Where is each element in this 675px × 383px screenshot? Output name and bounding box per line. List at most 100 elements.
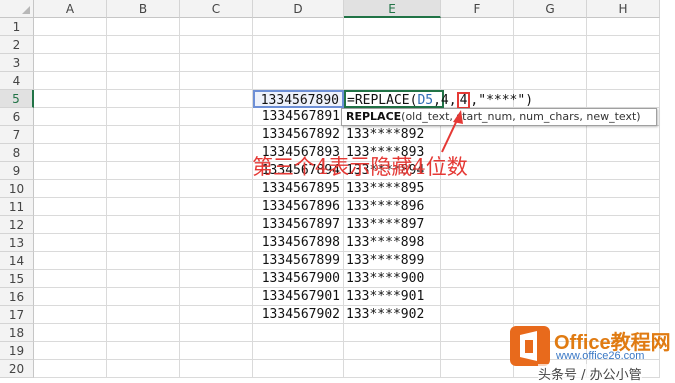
cell-d2[interactable] xyxy=(253,36,344,54)
row-header-15[interactable]: 15 xyxy=(0,270,34,288)
cell-b11[interactable] xyxy=(107,198,180,216)
cell-f13[interactable] xyxy=(441,234,514,252)
cell-c13[interactable] xyxy=(180,234,253,252)
column-header-h[interactable]: H xyxy=(587,0,660,18)
cell-c11[interactable] xyxy=(180,198,253,216)
cell-b15[interactable] xyxy=(107,270,180,288)
cell-b19[interactable] xyxy=(107,342,180,360)
cell-c4[interactable] xyxy=(180,72,253,90)
cell-f16[interactable] xyxy=(441,288,514,306)
cell-c9[interactable] xyxy=(180,162,253,180)
cell-b4[interactable] xyxy=(107,72,180,90)
cell-f3[interactable] xyxy=(441,54,514,72)
cell-a4[interactable] xyxy=(34,72,107,90)
cell-e20[interactable] xyxy=(344,360,441,378)
cell-a3[interactable] xyxy=(34,54,107,72)
cell-c10[interactable] xyxy=(180,180,253,198)
cell-a7[interactable] xyxy=(34,126,107,144)
row-header-4[interactable]: 4 xyxy=(0,72,34,90)
cell-b2[interactable] xyxy=(107,36,180,54)
cell-g7[interactable] xyxy=(514,126,587,144)
cell-g15[interactable] xyxy=(514,270,587,288)
cell-b13[interactable] xyxy=(107,234,180,252)
cell-a14[interactable] xyxy=(34,252,107,270)
cell-e17[interactable]: 133****902 xyxy=(344,306,441,324)
cell-a5[interactable] xyxy=(34,90,107,108)
cell-d3[interactable] xyxy=(253,54,344,72)
cell-c14[interactable] xyxy=(180,252,253,270)
cell-d13[interactable]: 1334567898 xyxy=(253,234,344,252)
row-header-6[interactable]: 6 xyxy=(0,108,34,126)
cell-f1[interactable] xyxy=(441,18,514,36)
cell-a12[interactable] xyxy=(34,216,107,234)
cell-a13[interactable] xyxy=(34,234,107,252)
cell-e4[interactable] xyxy=(344,72,441,90)
cell-b10[interactable] xyxy=(107,180,180,198)
cell-c6[interactable] xyxy=(180,108,253,126)
cell-h1[interactable] xyxy=(587,18,660,36)
cell-f4[interactable] xyxy=(441,72,514,90)
cell-h8[interactable] xyxy=(587,144,660,162)
cell-e14[interactable]: 133****899 xyxy=(344,252,441,270)
cell-b16[interactable] xyxy=(107,288,180,306)
cell-h14[interactable] xyxy=(587,252,660,270)
cell-d19[interactable] xyxy=(253,342,344,360)
cell-g2[interactable] xyxy=(514,36,587,54)
column-header-f[interactable]: F xyxy=(441,0,514,18)
cell-e16[interactable]: 133****901 xyxy=(344,288,441,306)
cell-b3[interactable] xyxy=(107,54,180,72)
cell-c1[interactable] xyxy=(180,18,253,36)
cell-g1[interactable] xyxy=(514,18,587,36)
cell-c2[interactable] xyxy=(180,36,253,54)
row-header-7[interactable]: 7 xyxy=(0,126,34,144)
cell-f2[interactable] xyxy=(441,36,514,54)
cell-a20[interactable] xyxy=(34,360,107,378)
cell-g9[interactable] xyxy=(514,162,587,180)
cell-b17[interactable] xyxy=(107,306,180,324)
cell-a17[interactable] xyxy=(34,306,107,324)
cell-b18[interactable] xyxy=(107,324,180,342)
cell-f20[interactable] xyxy=(441,360,514,378)
cell-f17[interactable] xyxy=(441,306,514,324)
row-header-8[interactable]: 8 xyxy=(0,144,34,162)
cell-e2[interactable] xyxy=(344,36,441,54)
cell-e7[interactable]: 133****892 xyxy=(344,126,441,144)
row-header-12[interactable]: 12 xyxy=(0,216,34,234)
row-header-9[interactable]: 9 xyxy=(0,162,34,180)
column-header-b[interactable]: B xyxy=(107,0,180,18)
cell-d10[interactable]: 1334567895 xyxy=(253,180,344,198)
cell-c8[interactable] xyxy=(180,144,253,162)
row-header-13[interactable]: 13 xyxy=(0,234,34,252)
cell-h13[interactable] xyxy=(587,234,660,252)
cell-h17[interactable] xyxy=(587,306,660,324)
cell-c12[interactable] xyxy=(180,216,253,234)
cell-h9[interactable] xyxy=(587,162,660,180)
cell-c5[interactable] xyxy=(180,90,253,108)
cell-f7[interactable] xyxy=(441,126,514,144)
cell-a2[interactable] xyxy=(34,36,107,54)
cell-d20[interactable] xyxy=(253,360,344,378)
row-header-2[interactable]: 2 xyxy=(0,36,34,54)
cell-c15[interactable] xyxy=(180,270,253,288)
row-header-17[interactable]: 17 xyxy=(0,306,34,324)
tooltip-function-name[interactable]: REPLACE xyxy=(346,110,401,123)
row-header-11[interactable]: 11 xyxy=(0,198,34,216)
row-header-14[interactable]: 14 xyxy=(0,252,34,270)
cell-h2[interactable] xyxy=(587,36,660,54)
cell-d4[interactable] xyxy=(253,72,344,90)
cell-a18[interactable] xyxy=(34,324,107,342)
cell-a15[interactable] xyxy=(34,270,107,288)
cell-f12[interactable] xyxy=(441,216,514,234)
cell-c19[interactable] xyxy=(180,342,253,360)
cell-g10[interactable] xyxy=(514,180,587,198)
cell-a8[interactable] xyxy=(34,144,107,162)
cell-h7[interactable] xyxy=(587,126,660,144)
cell-d16[interactable]: 1334567901 xyxy=(253,288,344,306)
cell-c16[interactable] xyxy=(180,288,253,306)
cell-g8[interactable] xyxy=(514,144,587,162)
cell-e13[interactable]: 133****898 xyxy=(344,234,441,252)
column-header-a[interactable]: A xyxy=(34,0,107,18)
cell-c17[interactable] xyxy=(180,306,253,324)
row-header-1[interactable]: 1 xyxy=(0,18,34,36)
cell-a16[interactable] xyxy=(34,288,107,306)
